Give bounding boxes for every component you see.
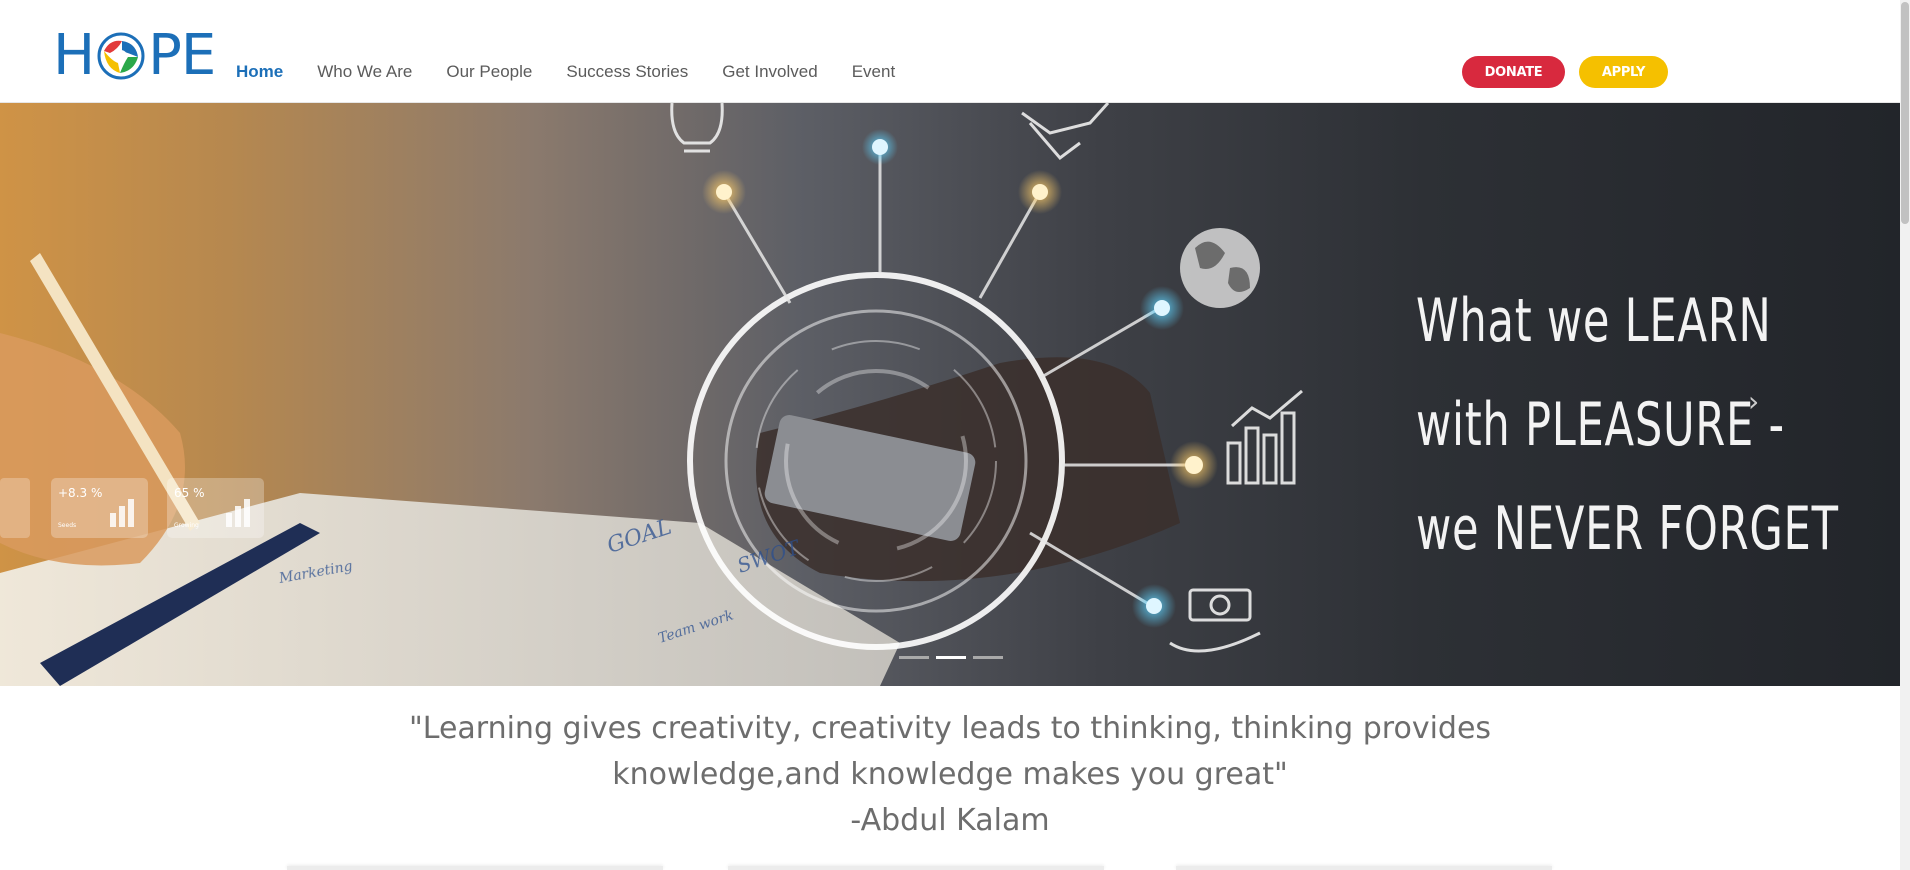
hero-line-1: What we LEARN [1416, 286, 1772, 356]
card-3-edge [1176, 866, 1552, 870]
scrollbar-thumb[interactable] [1901, 2, 1909, 224]
hope-logo[interactable]: H PE [53, 23, 216, 88]
donate-button[interactable]: DONATE [1462, 56, 1565, 88]
nav-event[interactable]: Event [852, 58, 895, 86]
hero-line-3: we NEVER FORGET [1416, 494, 1839, 564]
page-scrollbar[interactable] [1900, 0, 1910, 870]
apply-button[interactable]: APPLY [1579, 56, 1668, 88]
slider-dot-1[interactable] [899, 656, 929, 659]
globe-icon [97, 32, 145, 80]
hero-quote: What we LEARN with PLEASURE - we NEVER F… [1416, 269, 1839, 581]
slider-dots [899, 656, 1003, 659]
logo-letter-h: H [53, 23, 95, 88]
hero-slider[interactable]: +8.3 % Seeds 65 % Growing GOAL SWOT Team… [0, 103, 1900, 686]
nav-our-people[interactable]: Our People [446, 58, 532, 86]
stat-card-value-2: 65 % [174, 486, 205, 500]
logo-letters-pe: PE [148, 23, 216, 88]
nav-who-we-are[interactable]: Who We Are [317, 58, 412, 86]
nav-home[interactable]: Home [236, 58, 283, 86]
chevron-right-icon[interactable]: › [1748, 385, 1759, 418]
site-header: H PE Home Who We Are Our People Success … [0, 0, 1900, 103]
slider-dot-2[interactable] [936, 656, 966, 659]
card-2-edge [728, 866, 1104, 870]
stat-card-caption-1: Seeds [58, 522, 76, 529]
card-row-peek [0, 866, 1900, 870]
nav-success-stories[interactable]: Success Stories [566, 58, 688, 86]
nav-get-involved[interactable]: Get Involved [722, 58, 817, 86]
hero-line-2: with PLEASURE - [1416, 390, 1785, 460]
quote-section: "Learning gives creativity, creativity l… [0, 706, 1900, 844]
quote-author: -Abdul Kalam [850, 803, 1050, 838]
stat-card-value-1: +8.3 % [58, 486, 102, 500]
quote-line-2: knowledge,and knowledge makes you great" [612, 757, 1288, 792]
quote-line-1: "Learning gives creativity, creativity l… [408, 711, 1492, 746]
stat-card-caption-2: Growing [174, 522, 199, 529]
card-1-edge [287, 866, 663, 870]
main-nav: Home Who We Are Our People Success Stori… [236, 58, 895, 86]
slider-dot-3[interactable] [973, 656, 1003, 659]
